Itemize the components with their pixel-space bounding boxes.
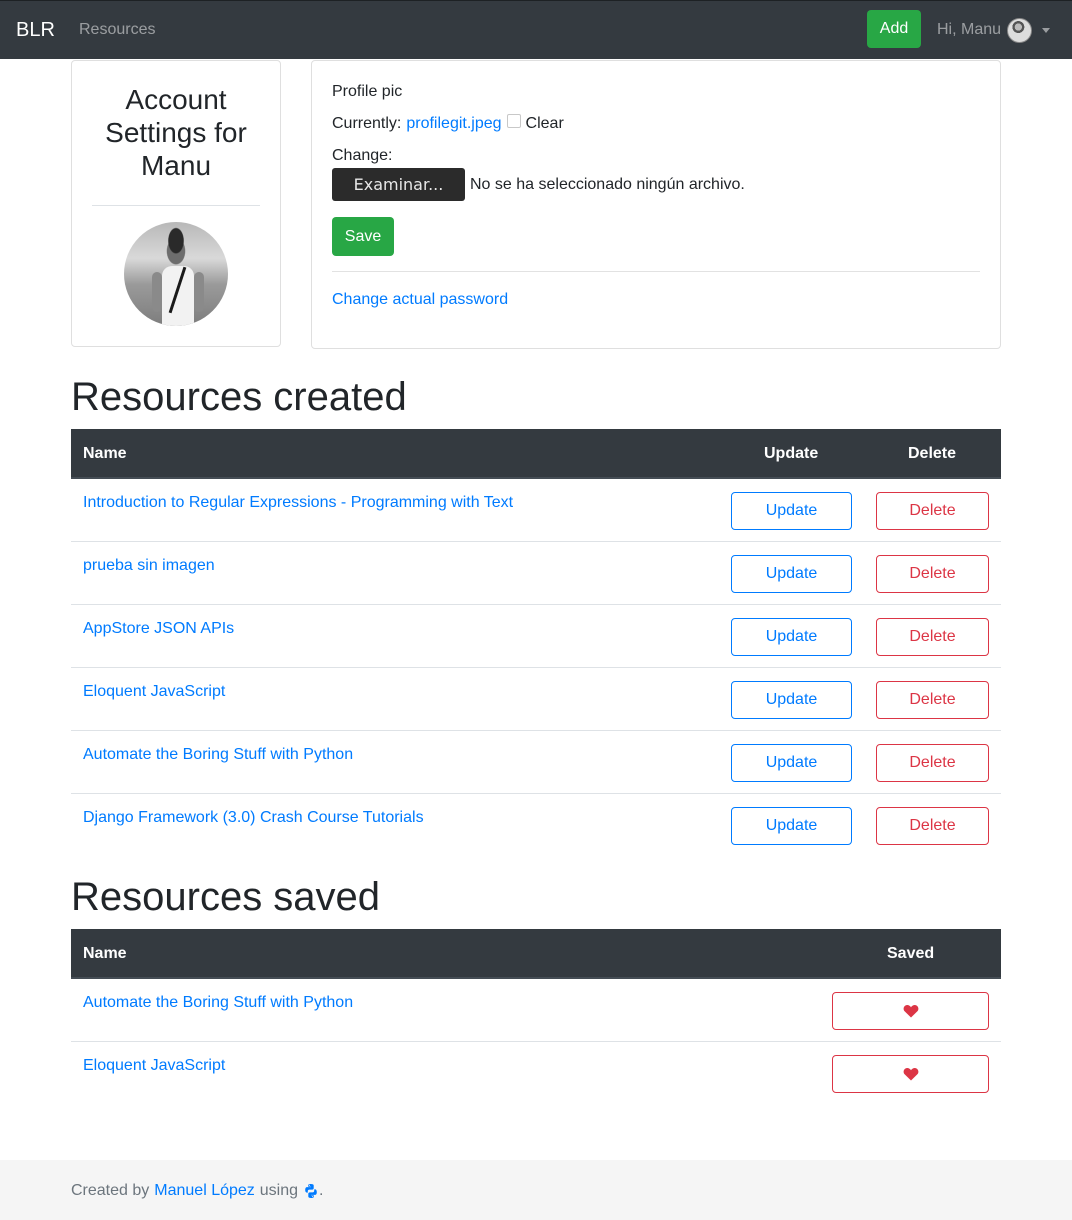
- unsave-button[interactable]: [832, 992, 989, 1030]
- save-button[interactable]: Save: [332, 217, 394, 256]
- delete-button[interactable]: Delete: [876, 618, 989, 656]
- resources-created-title: Resources created: [71, 375, 407, 419]
- column-header-name: Name: [83, 945, 127, 962]
- heart-icon: [903, 1068, 918, 1081]
- file-status-text: No se ha seleccionado ningún archivo.: [470, 175, 745, 193]
- account-card: Account Settings for Manu: [71, 60, 281, 347]
- resource-link[interactable]: Introduction to Regular Expressions - Pr…: [83, 493, 513, 513]
- user-avatar-icon: [1007, 17, 1033, 43]
- table-header: Name Saved: [71, 929, 1001, 979]
- table-row: AppStore JSON APIs Update Delete: [71, 605, 1001, 668]
- column-header-delete: Delete: [908, 445, 957, 462]
- table-row: Eloquent JavaScript: [71, 1042, 1001, 1105]
- avatar-figure-arm: [194, 272, 204, 312]
- delete-button[interactable]: Delete: [876, 555, 989, 593]
- profile-pic-label: Profile pic: [332, 83, 403, 100]
- delete-button[interactable]: Delete: [876, 744, 989, 782]
- resource-link[interactable]: AppStore JSON APIs: [83, 619, 234, 639]
- divider: [92, 205, 260, 206]
- table-row: Automate the Boring Stuff with Python: [71, 979, 1001, 1042]
- heart-icon: [903, 1005, 918, 1018]
- resource-link[interactable]: Django Framework (3.0) Crash Course Tuto…: [83, 808, 424, 828]
- table-row: prueba sin imagen Update Delete: [71, 542, 1001, 605]
- chevron-down-icon: [1042, 27, 1051, 33]
- profile-avatar: [124, 222, 228, 326]
- divider: [332, 271, 980, 272]
- brand-link[interactable]: BLR: [16, 19, 55, 41]
- nav-resources-link[interactable]: Resources: [79, 20, 155, 40]
- user-greeting: Hi, Manu: [937, 21, 1002, 38]
- currently-label: Currently:: [332, 115, 402, 132]
- column-header-saved: Saved: [887, 945, 935, 962]
- current-file-link[interactable]: profilegit.jpeg: [406, 114, 501, 134]
- footer: Created by Manuel López using .: [0, 1160, 1072, 1220]
- delete-button[interactable]: Delete: [876, 681, 989, 719]
- update-button[interactable]: Update: [731, 681, 852, 719]
- footer-credit: Created by Manuel López using .: [71, 1181, 323, 1201]
- python-icon[interactable]: [303, 1183, 319, 1199]
- navbar: BLR Resources Add Hi, Manu: [0, 0, 1072, 59]
- add-button[interactable]: Add: [867, 10, 921, 48]
- account-title: Account Settings for Manu: [105, 84, 247, 181]
- resource-link[interactable]: Automate the Boring Stuff with Python: [83, 745, 353, 765]
- update-button[interactable]: Update: [731, 807, 852, 845]
- column-header-name: Name: [83, 445, 127, 462]
- table-body: Automate the Boring Stuff with Python El…: [71, 979, 1001, 1105]
- change-password-link[interactable]: Change actual password: [332, 290, 508, 310]
- footer-using: using: [259, 1182, 299, 1199]
- table-header: Name Update Delete: [71, 429, 1001, 479]
- resources-saved-title: Resources saved: [71, 875, 381, 919]
- unsave-button[interactable]: [832, 1055, 989, 1093]
- file-input: Examinar... No se ha seleccionado ningún…: [332, 168, 745, 201]
- author-link[interactable]: Manuel López: [154, 1181, 255, 1201]
- footer-created-by: Created by: [71, 1182, 150, 1199]
- resources-saved-table: Name Saved Automate the Boring Stuff wit…: [71, 929, 1001, 1105]
- change-label: Change:: [332, 147, 393, 164]
- avatar-figure-body: [162, 266, 194, 326]
- resources-created-table: Name Update Delete Introduction to Regul…: [71, 429, 1001, 857]
- delete-button[interactable]: Delete: [876, 492, 989, 530]
- update-button[interactable]: Update: [731, 492, 852, 530]
- table-row: Automate the Boring Stuff with Python Up…: [71, 731, 1001, 794]
- update-button[interactable]: Update: [731, 618, 852, 656]
- clear-checkbox[interactable]: [506, 114, 521, 128]
- resource-link[interactable]: Automate the Boring Stuff with Python: [83, 993, 353, 1013]
- avatar-figure-arm: [152, 272, 162, 312]
- browse-button[interactable]: Examinar...: [332, 168, 465, 201]
- profile-form-card: Profile pic Currently: profilegit.jpeg C…: [311, 60, 1001, 349]
- clear-label: Clear: [525, 115, 564, 132]
- user-menu-dropdown[interactable]: Hi, Manu: [937, 17, 1051, 43]
- table-row: Introduction to Regular Expressions - Pr…: [71, 479, 1001, 542]
- footer-period: .: [319, 1182, 324, 1199]
- table-row: Eloquent JavaScript Update Delete: [71, 668, 1001, 731]
- delete-button[interactable]: Delete: [876, 807, 989, 845]
- resource-link[interactable]: prueba sin imagen: [83, 556, 215, 576]
- table-body: Introduction to Regular Expressions - Pr…: [71, 479, 1001, 857]
- current-file-row: Currently: profilegit.jpeg Clear: [332, 114, 564, 134]
- resource-link[interactable]: Eloquent JavaScript: [83, 1056, 225, 1076]
- update-button[interactable]: Update: [731, 744, 852, 782]
- table-row: Django Framework (3.0) Crash Course Tuto…: [71, 794, 1001, 857]
- update-button[interactable]: Update: [731, 555, 852, 593]
- resource-link[interactable]: Eloquent JavaScript: [83, 682, 225, 702]
- column-header-update: Update: [764, 445, 819, 462]
